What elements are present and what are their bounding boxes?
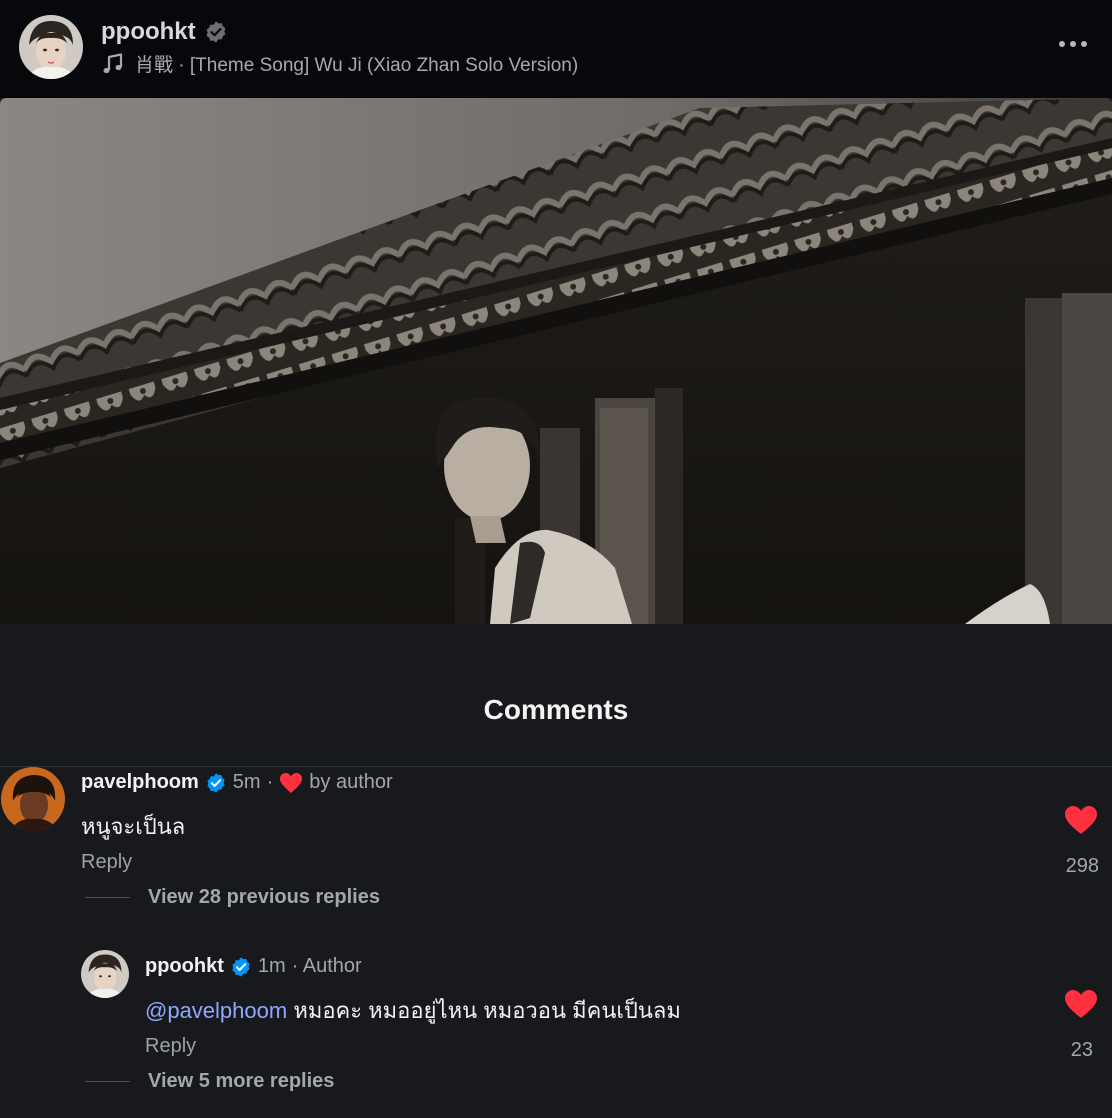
reply-author-avatar[interactable] — [81, 950, 129, 998]
reply-body: หมอคะ หมออยู่ไหน หมอวอน มีคนเป็นลม — [287, 998, 681, 1023]
commenter-username[interactable]: pavelphoom — [81, 771, 199, 794]
reply-text: @pavelphoom หมอคะ หมออยู่ไหน หมอวอน มีคน… — [145, 993, 681, 1028]
comment-text: หนูจะเป็นล — [81, 814, 186, 839]
post-photo[interactable] — [0, 98, 1112, 624]
divider — [0, 766, 1112, 767]
like-count: 298 — [1065, 855, 1099, 877]
author-avatar[interactable] — [19, 15, 83, 79]
reply-button[interactable]: Reply — [145, 1035, 196, 1058]
reply-meta: ppoohkt 1m · Author — [145, 955, 362, 978]
commenter-avatar[interactable] — [1, 767, 65, 831]
heart-icon[interactable] — [1064, 805, 1098, 835]
heart-icon — [280, 772, 303, 793]
thread-line — [85, 1081, 130, 1082]
song-row[interactable]: 肖戰 · [Theme Song] Wu Ji (Xiao Zhan Solo … — [101, 50, 578, 77]
song-title[interactable]: 肖戰 · [Theme Song] Wu Ji (Xiao Zhan Solo … — [135, 50, 578, 77]
reply-username[interactable]: ppoohkt — [145, 955, 224, 978]
post-header: ppoohkt 肖戰 · [Theme Song] Wu Ji (Xiao Zh… — [0, 0, 1112, 98]
heart-icon[interactable] — [1064, 989, 1098, 1019]
comment-meta: pavelphoom 5m · by author — [81, 771, 393, 794]
music-note-icon — [103, 52, 123, 73]
view-more-replies[interactable]: View 5 more replies — [85, 1070, 334, 1093]
more-options-icon[interactable] — [1054, 30, 1092, 58]
like-count: 23 — [1070, 1039, 1093, 1061]
verified-badge-icon — [207, 772, 225, 793]
mention-link[interactable]: @pavelphoom — [145, 998, 287, 1023]
comments-title: Comments — [483, 694, 629, 725]
author-username[interactable]: ppoohkt — [101, 18, 196, 46]
author-username-row[interactable]: ppoohkt — [101, 18, 228, 46]
view-previous-replies[interactable]: View 28 previous replies — [85, 886, 380, 909]
verified-badge-icon — [232, 956, 250, 977]
author-label: · Author — [291, 955, 362, 977]
reply-button[interactable]: Reply — [81, 851, 132, 874]
liked-by-author-label: by author — [309, 771, 393, 793]
thread-line — [85, 897, 130, 898]
comment-time: 5m — [232, 771, 261, 793]
view-replies-label[interactable]: View 28 previous replies — [148, 886, 380, 909]
meta-separator: · — [266, 771, 274, 793]
reply-time: 1m — [257, 955, 286, 977]
view-replies-label[interactable]: View 5 more replies — [148, 1070, 334, 1093]
verified-badge-icon — [206, 21, 226, 43]
